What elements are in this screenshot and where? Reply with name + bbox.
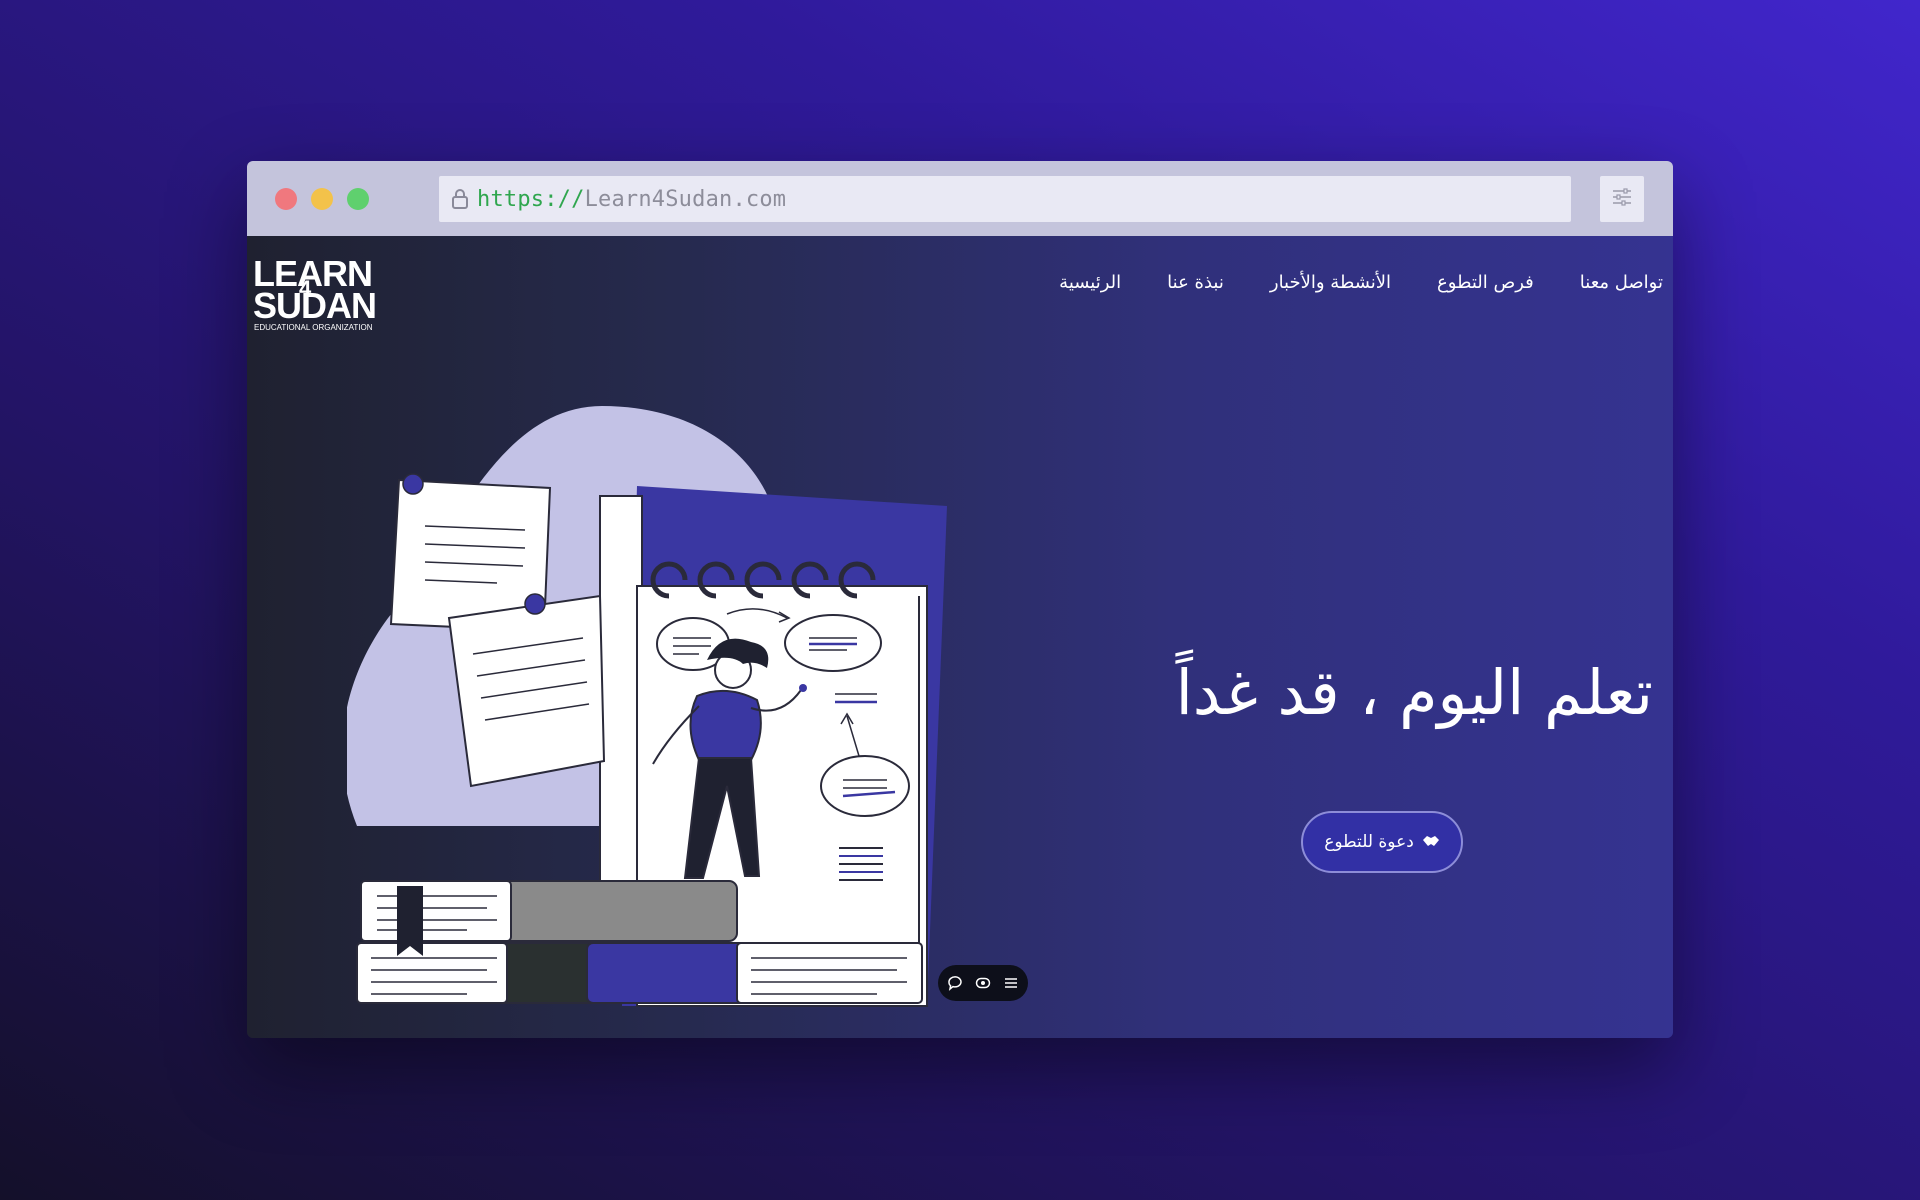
nav-activities-news[interactable]: الأنشطة والأخبار (1270, 272, 1391, 293)
url-scheme: https:// (477, 186, 585, 212)
logo-tagline: EDUCATIONAL ORGANIZATION (254, 323, 373, 332)
main-nav: الرئيسية نبذة عنا الأنشطة والأخبار فرص ا… (1059, 272, 1663, 293)
cta-label: دعوة للتطوع (1324, 832, 1414, 852)
sliders-icon (1611, 187, 1633, 211)
url-host: Learn4Sudan.com (584, 186, 787, 212)
address-bar[interactable]: https://Learn4Sudan.com (439, 176, 1571, 222)
nav-volunteer[interactable]: فرص التطوع (1437, 272, 1534, 293)
nav-about[interactable]: نبذة عنا (1167, 272, 1224, 293)
close-window-button[interactable] (275, 188, 297, 210)
volunteer-cta-button[interactable]: دعوة للتطوع (1301, 811, 1463, 873)
browser-toolbar: https://Learn4Sudan.com (247, 161, 1673, 236)
maximize-window-button[interactable] (347, 188, 369, 210)
url-text: https://Learn4Sudan.com (477, 187, 786, 212)
handshake-icon (1422, 833, 1440, 852)
nav-contact[interactable]: تواصل معنا (1580, 272, 1663, 293)
menu-icon[interactable] (1000, 972, 1022, 994)
lock-icon (449, 188, 471, 210)
hero-title: تعلم اليوم ، قد غداً (1175, 656, 1653, 729)
floating-toolbar (938, 965, 1028, 1001)
browser-window: https://Learn4Sudan.com LEARN 4 SUDAN ED… (247, 161, 1673, 1038)
logo-line2: SUDAN (253, 285, 376, 326)
eye-icon[interactable] (972, 972, 994, 994)
hero-illustration (347, 406, 947, 1007)
minimize-window-button[interactable] (311, 188, 333, 210)
nav-home[interactable]: الرئيسية (1059, 272, 1121, 293)
chat-icon[interactable] (944, 972, 966, 994)
learn4sudan-logo[interactable]: LEARN 4 SUDAN EDUCATIONAL ORGANIZATION (253, 252, 387, 332)
website-page: LEARN 4 SUDAN EDUCATIONAL ORGANIZATION ا… (247, 236, 1673, 1038)
settings-button[interactable] (1600, 176, 1644, 222)
